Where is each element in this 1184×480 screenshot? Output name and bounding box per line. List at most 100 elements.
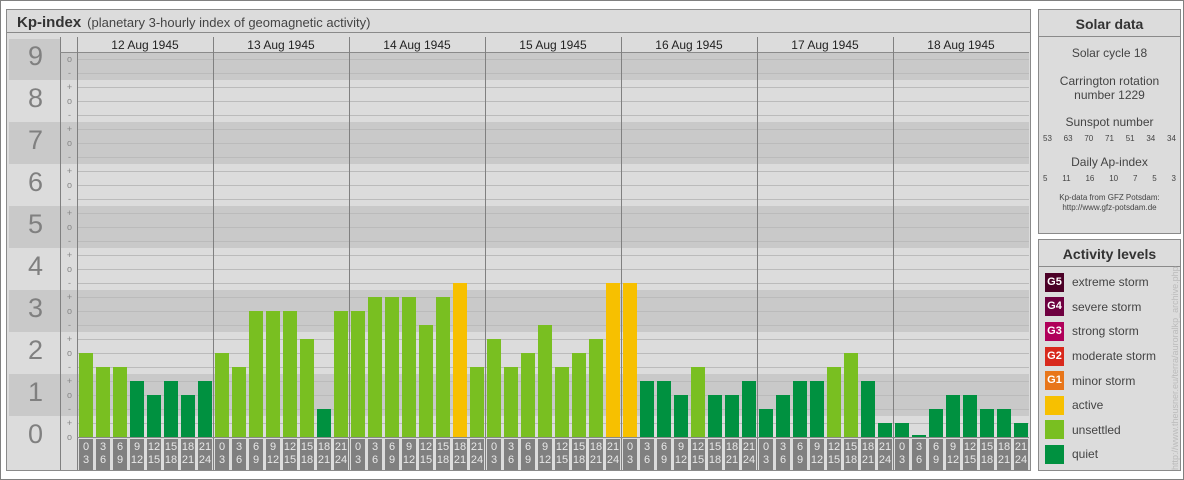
time-label: 18 21 xyxy=(861,439,875,470)
time-label-part: 18 xyxy=(572,454,586,466)
time-label-part: 15 xyxy=(147,454,161,466)
kp-bar xyxy=(844,353,858,437)
y-tick-label: 6 xyxy=(27,167,44,197)
carrington-line1: Carrington rotation xyxy=(1059,74,1160,88)
time-label: 9 12 xyxy=(402,439,416,470)
time-label-part: 3 xyxy=(779,441,787,453)
sunspots-value: 70 xyxy=(1084,134,1094,143)
y-tick-label: 4 xyxy=(27,251,44,281)
time-label-part: 3 xyxy=(490,454,498,466)
kp-bar xyxy=(402,297,416,437)
legend-swatch: G5 xyxy=(1045,272,1064,292)
header-line xyxy=(60,52,1029,53)
time-label-part: 6 xyxy=(99,454,107,466)
axis-line xyxy=(60,37,61,470)
time-label-part: 21 xyxy=(997,454,1011,466)
time-label-part: 12 xyxy=(674,454,688,466)
y-tick-label: 7 xyxy=(27,125,44,155)
ap-value: 3 xyxy=(1171,174,1176,183)
source-link[interactable]: http://www.gfz-potsdam.de xyxy=(1039,203,1180,213)
time-label-part: 18 xyxy=(589,441,603,453)
y-tick-label: 0 xyxy=(27,419,44,449)
y-tick-label: 2 xyxy=(27,335,44,365)
sunspots-value: 53 xyxy=(1043,134,1052,143)
time-label-part: 15 xyxy=(691,454,705,466)
y-tick-label: 1 xyxy=(27,377,44,407)
kp-bar xyxy=(164,381,178,437)
day-label: 17 Aug 1945 xyxy=(791,38,859,52)
kp-bar xyxy=(113,366,127,437)
time-label-part: 18 xyxy=(436,454,450,466)
time-label: 18 21 xyxy=(453,439,467,470)
time-label-part: 0 xyxy=(626,441,634,453)
carrington-line2: number 1229 xyxy=(1074,88,1145,102)
time-label: 12 15 xyxy=(147,439,161,470)
time-label: 18 21 xyxy=(725,439,739,470)
gridline xyxy=(77,269,1029,270)
gridline xyxy=(77,283,1029,284)
legend-label: extreme storm xyxy=(1072,275,1149,290)
time-label-part: 21 xyxy=(334,441,348,453)
time-label-part: 12 xyxy=(963,441,977,453)
legend-item: active xyxy=(1039,393,1180,418)
time-label-part: 0 xyxy=(218,441,226,453)
time-label: 21 24 xyxy=(1014,439,1028,470)
time-label: 12 15 xyxy=(555,439,569,470)
kp-bar xyxy=(300,339,314,437)
kp-bar xyxy=(963,395,977,437)
sub-tick-label: o xyxy=(66,96,72,106)
kp-bar xyxy=(266,311,280,437)
gridline xyxy=(77,339,1029,340)
kp-bar xyxy=(283,311,297,437)
sub-tick-label: - xyxy=(68,278,71,288)
time-label-part: 9 xyxy=(660,454,668,466)
sub-tick-label: - xyxy=(68,362,71,372)
time-label-part: 3 xyxy=(82,454,90,466)
time-label: 03 xyxy=(895,439,909,470)
kp-bar xyxy=(130,381,144,437)
sub-tick-label: - xyxy=(68,236,71,246)
time-label-part: 15 xyxy=(827,454,841,466)
y-tick-label: 9 xyxy=(27,41,44,71)
day-separator xyxy=(757,37,758,470)
gridline xyxy=(77,87,1029,88)
legend-item: G5 extreme storm xyxy=(1039,270,1180,295)
time-label: 03 xyxy=(351,439,365,470)
time-label-part: 3 xyxy=(898,454,906,466)
time-label: 36 xyxy=(912,439,926,470)
time-label: 69 xyxy=(929,439,943,470)
sunspots-value: 51 xyxy=(1125,134,1135,143)
legend-swatch xyxy=(1045,444,1064,464)
y-tick-label: 8 xyxy=(27,83,44,113)
time-label-part: 24 xyxy=(198,454,212,466)
time-label-part: 9 xyxy=(541,441,549,453)
kp-bar xyxy=(606,282,620,437)
time-label-part: 6 xyxy=(660,441,668,453)
time-label-part: 9 xyxy=(133,441,141,453)
legend-swatch: G2 xyxy=(1045,346,1064,366)
kp-bar xyxy=(351,311,365,437)
time-label-part: 15 xyxy=(708,441,722,453)
legend-swatch xyxy=(1045,420,1064,440)
source-line1: Kp-data from GFZ Potsdam: xyxy=(1059,193,1160,202)
sub-tick-label: o xyxy=(66,432,72,442)
time-label: 9 12 xyxy=(946,439,960,470)
kp-bar xyxy=(470,366,484,437)
legend-label: quiet xyxy=(1072,447,1099,462)
legend-swatch: G4 xyxy=(1045,297,1064,317)
kp-bar xyxy=(317,408,331,437)
sub-tick-label: + xyxy=(66,418,73,428)
gridline xyxy=(77,59,1029,60)
legend-label: active xyxy=(1072,398,1104,413)
time-label-part: 12 xyxy=(283,441,297,453)
time-label: 03 xyxy=(487,439,501,470)
gridline xyxy=(77,297,1029,298)
ap-value: 5 xyxy=(1152,174,1157,183)
sub-tick-label: o xyxy=(66,54,72,64)
activity-levels-panel: Activity levels G5 extreme storm G4 severe … xyxy=(1038,239,1181,471)
chart-title-main: Kp-index xyxy=(17,14,82,31)
time-label-part: 21 xyxy=(742,441,756,453)
time-label: 21 24 xyxy=(606,439,620,470)
time-label-part: 15 xyxy=(436,441,450,453)
time-label-part: 18 xyxy=(317,441,331,453)
